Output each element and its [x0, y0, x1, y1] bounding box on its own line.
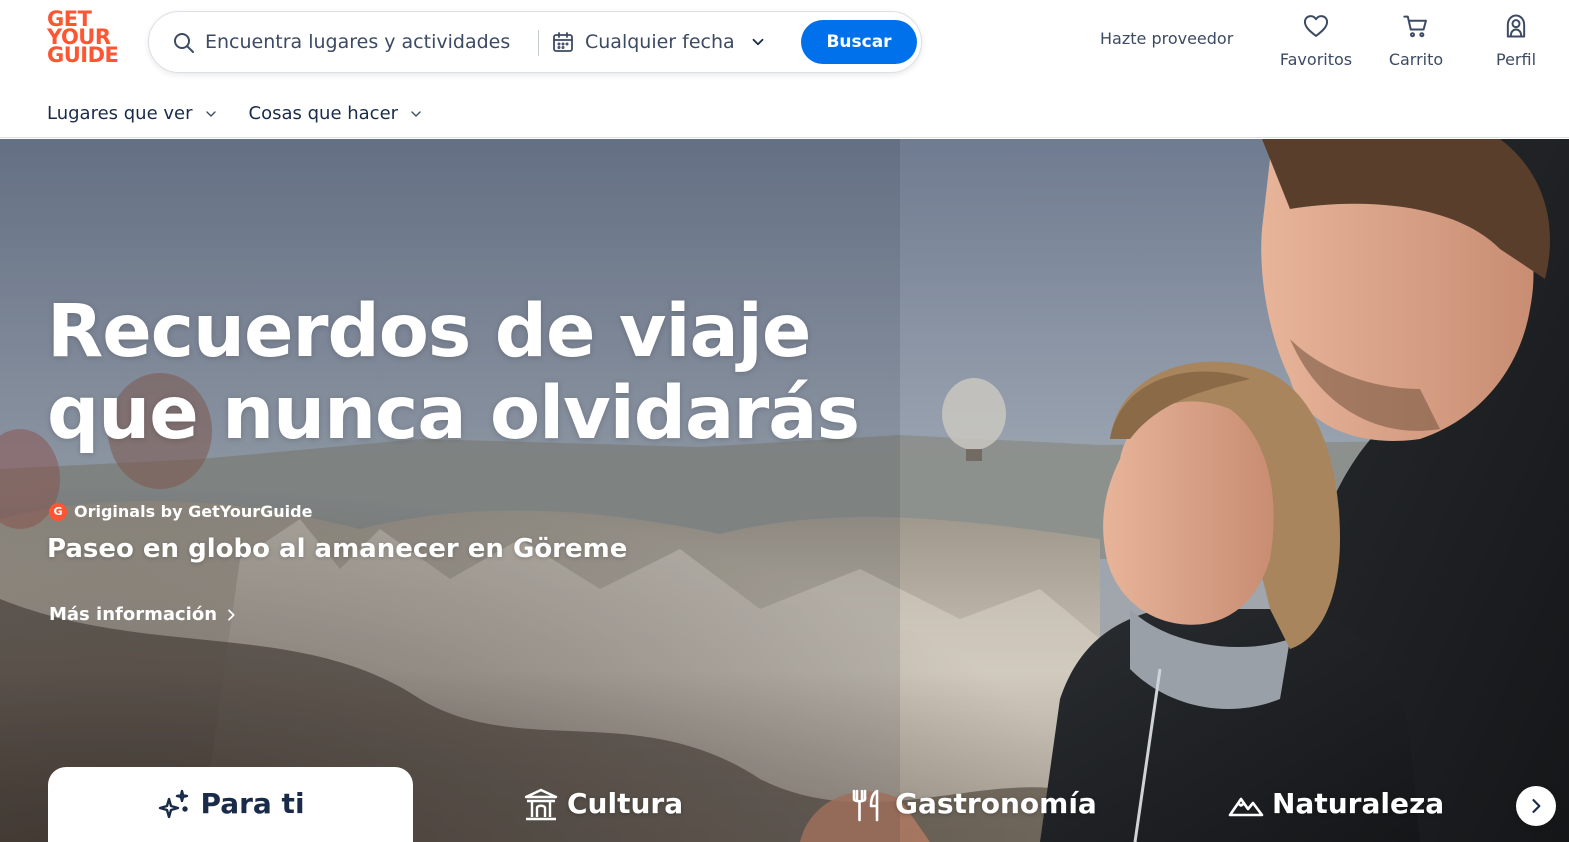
tab-label: Cultura: [567, 787, 684, 820]
cart-label: Carrito: [1388, 50, 1444, 69]
heart-icon: [1303, 15, 1329, 37]
subnav-label: Lugares que ver: [47, 103, 193, 124]
museum-icon: [524, 788, 558, 821]
originals-label: Originals by GetYourGuide: [74, 502, 313, 521]
tab-label: Para ti: [200, 787, 305, 820]
hero-banner: Recuerdos de viaje que nunca olvidarás G…: [0, 139, 1569, 842]
chevron-right-icon: [1532, 799, 1541, 813]
chevron-down-icon: [752, 38, 764, 46]
subnav-things-to-do[interactable]: Cosas que hacer: [249, 103, 425, 124]
chevron-right-icon: [228, 608, 235, 621]
tab-para-ti[interactable]: Para ti: [48, 767, 413, 842]
become-supplier-link[interactable]: Hazte proveedor: [1100, 29, 1233, 48]
subnav-label: Cosas que hacer: [248, 103, 399, 124]
more-info-label: Más información: [49, 604, 218, 625]
profile-button[interactable]: Perfil: [1466, 12, 1566, 69]
logo-line-3: GUIDE: [47, 43, 119, 67]
tab-naturaleza[interactable]: Naturaleza: [1228, 767, 1444, 842]
tab-label: Naturaleza: [1272, 787, 1445, 820]
favorites-label: Favoritos: [1279, 50, 1353, 69]
favorites-button[interactable]: Favoritos: [1266, 12, 1366, 69]
tab-cultura[interactable]: Cultura: [523, 767, 683, 842]
tab-gastronomia[interactable]: Gastronomía: [851, 767, 1097, 842]
date-picker[interactable]: Cualquier fecha: [551, 24, 767, 60]
sparkle-icon: [159, 789, 189, 819]
search-divider: [538, 30, 539, 56]
site-header: GET YOUR GUIDE Cualquier fecha Buscar Ha…: [0, 0, 1569, 138]
carousel-next-button[interactable]: [1516, 786, 1556, 826]
chevron-down-icon: [205, 110, 216, 117]
fork-knife-icon: [852, 789, 879, 822]
cart-icon: [1403, 15, 1427, 38]
more-info-link[interactable]: Más información: [49, 604, 239, 625]
search-input[interactable]: [205, 26, 535, 58]
mountain-icon: [1228, 797, 1264, 817]
hero-background-image: [0, 139, 1569, 842]
search-icon: [174, 33, 194, 53]
calendar-icon: [553, 32, 573, 52]
subnav-places-to-see[interactable]: Lugares que ver: [47, 103, 219, 124]
date-label: Cualquier fecha: [585, 31, 735, 53]
hero-subtitle: Paseo en globo al amanecer en Göreme: [47, 534, 628, 564]
getyourguide-g-icon: G: [49, 502, 67, 521]
originals-badge: G Originals by GetYourGuide: [49, 502, 312, 521]
profile-label: Perfil: [1495, 50, 1537, 69]
tab-label: Gastronomía: [895, 787, 1097, 820]
profile-icon: [1506, 14, 1526, 38]
chevron-down-icon: [411, 110, 421, 117]
search-button[interactable]: Buscar: [801, 20, 917, 64]
hero-title: Recuerdos de viaje que nunca olvidarás: [47, 289, 860, 456]
search-bar: Cualquier fecha Buscar: [148, 11, 922, 73]
cart-button[interactable]: Carrito: [1366, 12, 1466, 69]
sub-navigation: Lugares que ver Cosas que hacer: [47, 103, 454, 124]
getyourguide-logo[interactable]: GET YOUR GUIDE: [47, 9, 121, 68]
